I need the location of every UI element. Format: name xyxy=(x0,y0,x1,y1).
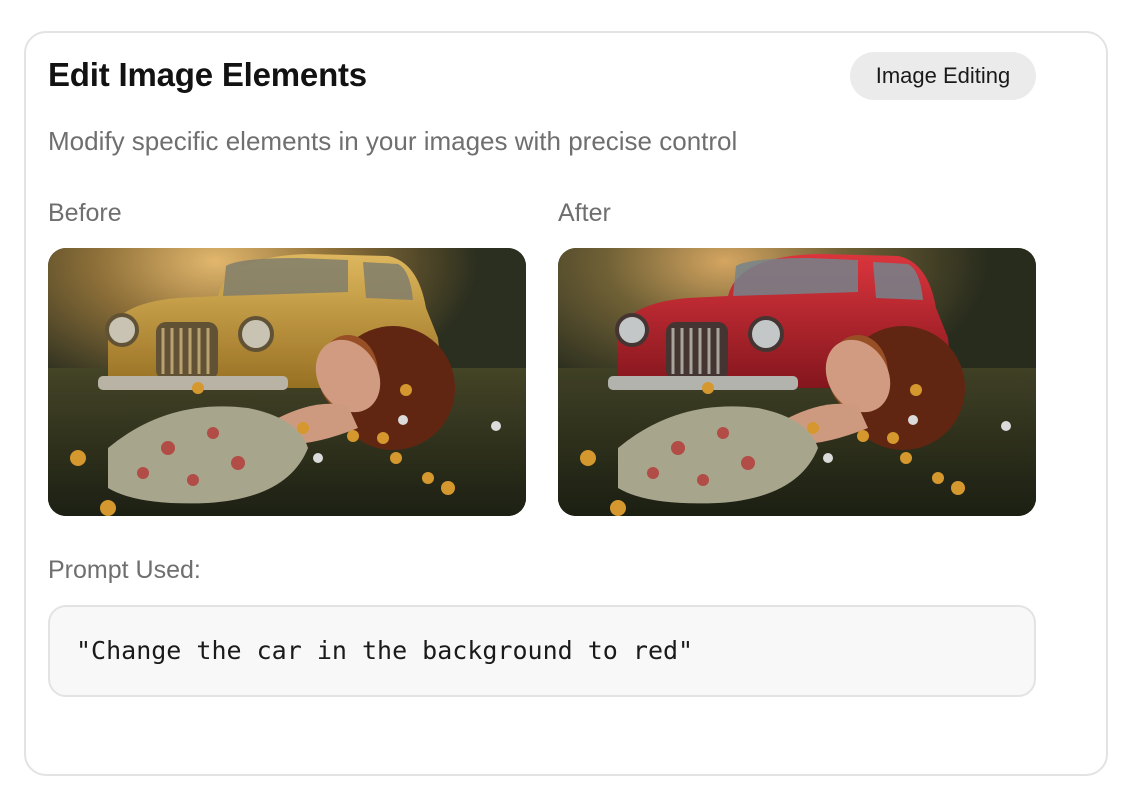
after-image xyxy=(558,248,1036,516)
before-label: Before xyxy=(48,199,122,227)
card-title: Edit Image Elements xyxy=(48,56,367,93)
prompt-label: Prompt Used: xyxy=(48,556,201,584)
prompt-text: "Change the car in the background to red… xyxy=(76,636,694,665)
prompt-text-box: "Change the car in the background to red… xyxy=(48,605,1036,697)
after-label: After xyxy=(558,199,611,227)
category-badge: Image Editing xyxy=(850,52,1036,100)
before-image xyxy=(48,248,526,516)
before-photo xyxy=(48,248,526,516)
after-photo xyxy=(558,248,1036,516)
card-subtitle: Modify specific elements in your images … xyxy=(48,126,738,156)
